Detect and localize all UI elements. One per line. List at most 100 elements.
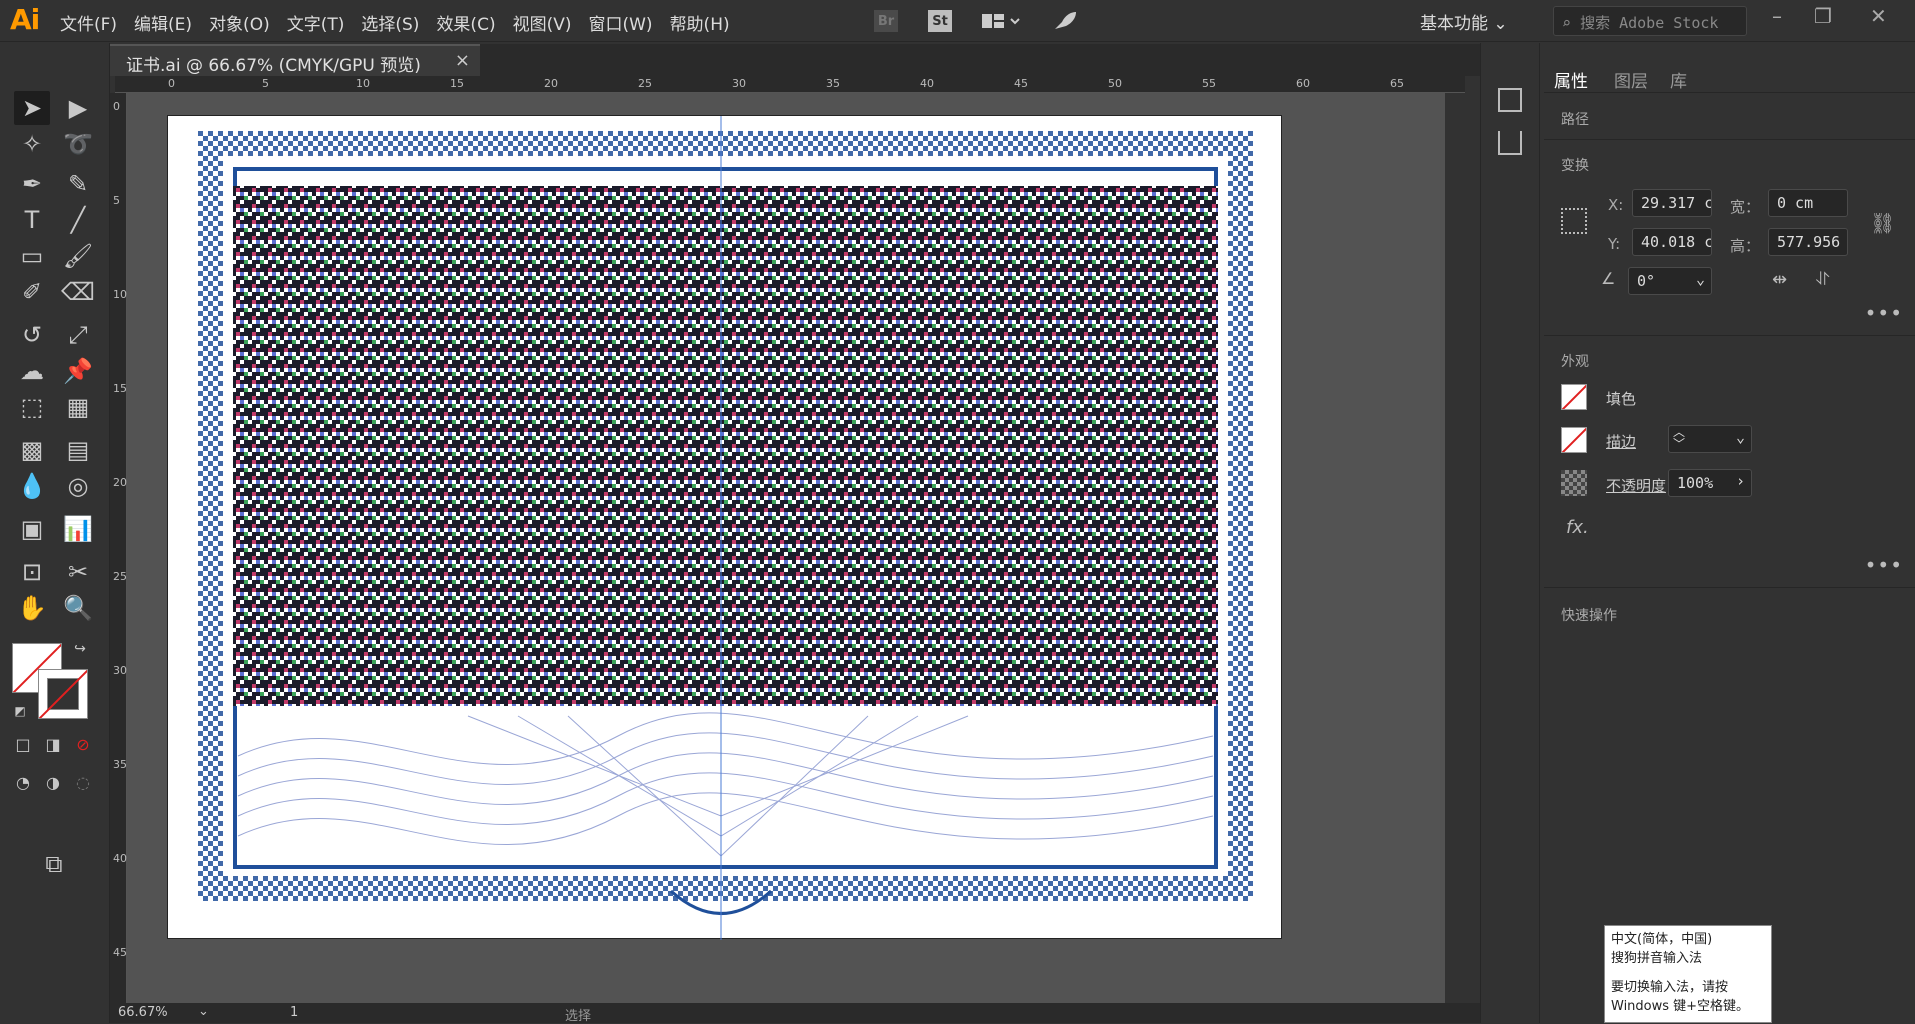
rotate-angle-input[interactable]: 0° ⌄ <box>1628 267 1712 295</box>
blend-tool[interactable]: ◎ <box>60 469 96 503</box>
constrain-proportions-icon[interactable]: ⛓ <box>1870 211 1895 235</box>
pen-tool[interactable]: ✒ <box>14 167 50 201</box>
search-input[interactable]: ⌕ 搜索 Adobe Stock <box>1553 6 1747 36</box>
minimize-button[interactable]: – <box>1772 4 1782 28</box>
eraser-tool[interactable]: ⌫ <box>60 275 96 309</box>
rotate-tool[interactable]: ↺ <box>14 318 50 352</box>
height-input[interactable]: 577.956 <box>1768 228 1848 256</box>
paintbrush-tool[interactable]: 🖌 <box>60 239 96 273</box>
symbol-sprayer-tool[interactable]: ▣ <box>14 512 50 546</box>
artboard-number[interactable]: 1 <box>290 1005 298 1020</box>
menu-file[interactable]: 文件(F) <box>60 10 117 35</box>
rectangle-tool[interactable]: ▭ <box>14 239 50 273</box>
certificate-artwork[interactable] <box>168 76 1283 976</box>
export-panel-icon[interactable] <box>1498 131 1522 155</box>
puppet-warp-tool[interactable]: 📌 <box>60 354 96 388</box>
fx-effects-button[interactable]: fx. <box>1566 517 1589 538</box>
stroke-weight-input[interactable]: ︿ ﹀ ⌄ <box>1668 425 1752 453</box>
ruler-v-label: 10 <box>113 288 127 301</box>
curvature-tool[interactable]: ✎ <box>60 167 96 201</box>
flip-horizontal-icon[interactable]: ⇹ <box>1772 269 1787 290</box>
stroke-color-swatch[interactable] <box>1561 427 1587 453</box>
warp-tool[interactable]: ☁ <box>14 354 50 388</box>
artboard[interactable] <box>167 76 1283 976</box>
artboard-tool[interactable]: ⊡ <box>14 555 50 589</box>
restore-button[interactable]: ❐ <box>1814 4 1832 28</box>
document-title: 证书.ai @ 66.67% (CMYK/GPU 预览) <box>126 56 421 76</box>
draw-behind-icon[interactable]: ◑ <box>40 769 66 795</box>
menu-effect[interactable]: 效果(C) <box>436 10 495 35</box>
hand-tool[interactable]: ✋ <box>14 591 50 625</box>
perspective-grid-tool[interactable]: ▦ <box>60 390 96 424</box>
selection-tool[interactable]: ➤ <box>14 91 50 125</box>
menu-view[interactable]: 视图(V) <box>513 10 572 35</box>
status-bar: 66.67% ⌄ 1 选择 <box>110 1003 1480 1024</box>
free-transform-tool[interactable]: ⬚ <box>14 390 50 424</box>
opacity-input[interactable]: 100% › <box>1668 469 1752 497</box>
ruler-h-label: 25 <box>638 77 652 90</box>
mesh-tool[interactable]: ▩ <box>14 433 50 467</box>
draw-normal-icon[interactable]: ◔ <box>10 769 36 795</box>
gradient-mode-icon[interactable]: ◨ <box>40 731 66 757</box>
gpu-performance-button[interactable] <box>1050 10 1080 32</box>
close-window-button[interactable]: ✕ <box>1870 4 1887 28</box>
search-placeholder: 搜索 Adobe Stock <box>1580 14 1719 32</box>
width-input[interactable]: 0 cm <box>1768 189 1848 217</box>
y-input[interactable]: 40.018 c <box>1632 228 1712 256</box>
zoom-level[interactable]: 66.67% <box>118 1005 168 1020</box>
ruler-h-label: 10 <box>356 77 370 90</box>
none-mode-icon[interactable]: ⊘ <box>70 731 96 757</box>
screen-mode-icon[interactable]: ⧉ <box>36 847 72 881</box>
x-input[interactable]: 29.317 c <box>1632 189 1712 217</box>
stroke-swatch[interactable] <box>38 669 88 719</box>
color-mode-icon[interactable]: □ <box>10 731 36 757</box>
menu-object[interactable]: 对象(O) <box>209 10 270 35</box>
more-options-icon[interactable]: ••• <box>1865 553 1903 577</box>
opacity-label[interactable]: 不透明度 <box>1606 475 1666 496</box>
flip-vertical-icon[interactable]: ⥯ <box>1816 269 1829 290</box>
arrange-documents-button[interactable] <box>976 10 1026 32</box>
ruler-h-label: 15 <box>450 77 464 90</box>
menu-window[interactable]: 窗口(W) <box>588 10 652 35</box>
tab-layers[interactable]: 图层 <box>1614 67 1648 92</box>
close-tab-icon[interactable]: × <box>455 50 470 71</box>
scale-tool[interactable]: ⤢ <box>60 318 96 352</box>
zoom-dropdown-icon[interactable]: ⌄ <box>198 1004 209 1019</box>
column-graph-tool[interactable]: 📊 <box>60 512 96 546</box>
fill-color-swatch[interactable] <box>1561 384 1587 410</box>
direct-selection-tool[interactable]: ▶ <box>60 91 96 125</box>
bridge-button[interactable]: Br <box>874 10 898 32</box>
shaper-tool[interactable]: ✐ <box>14 275 50 309</box>
magic-wand-tool[interactable]: ✧ <box>14 127 50 161</box>
menu-type[interactable]: 文字(T) <box>287 10 345 35</box>
line-tool[interactable]: ╱ <box>60 203 96 237</box>
ruler-h-label: 35 <box>826 77 840 90</box>
artboards-panel-icon[interactable] <box>1498 88 1522 112</box>
horizontal-ruler[interactable]: 0 5 10 15 20 25 30 35 40 45 50 55 60 65 <box>115 76 1465 93</box>
stock-button[interactable]: St <box>928 10 952 32</box>
reference-point-icon[interactable] <box>1561 208 1587 234</box>
arrange-documents-icon <box>982 14 1020 28</box>
tab-libraries[interactable]: 库 <box>1670 67 1687 92</box>
type-tool[interactable]: T <box>14 203 50 237</box>
menu-help[interactable]: 帮助(H) <box>670 10 730 35</box>
lasso-tool[interactable]: ➰ <box>60 127 96 161</box>
slice-tool[interactable]: ✂ <box>60 555 96 589</box>
stepper-icon[interactable]: ︿ ﹀ <box>1673 426 1685 450</box>
swap-colors-icon[interactable]: ↪ <box>70 639 90 659</box>
gradient-tool[interactable]: ▤ <box>60 433 96 467</box>
document-tab[interactable]: 证书.ai @ 66.67% (CMYK/GPU 预览) × <box>110 44 480 76</box>
eyedropper-tool[interactable]: 💧 <box>14 469 50 503</box>
draw-inside-icon[interactable]: ◌ <box>70 769 96 795</box>
vertical-ruler[interactable]: 0 5 10 15 20 25 30 35 40 45 <box>110 93 127 1003</box>
zoom-tool[interactable]: 🔍 <box>60 591 96 625</box>
ruler-v-label: 45 <box>113 946 127 959</box>
stroke-label[interactable]: 描边 <box>1606 431 1636 452</box>
more-options-icon[interactable]: ••• <box>1865 301 1903 325</box>
workspace-switcher[interactable]: 基本功能 ⌄ <box>1420 9 1508 34</box>
tab-properties[interactable]: 属性 <box>1554 67 1588 92</box>
divider <box>1544 335 1915 336</box>
default-colors-icon[interactable]: ◩ <box>10 701 30 721</box>
menu-select[interactable]: 选择(S) <box>361 10 419 35</box>
menu-edit[interactable]: 编辑(E) <box>134 10 192 35</box>
